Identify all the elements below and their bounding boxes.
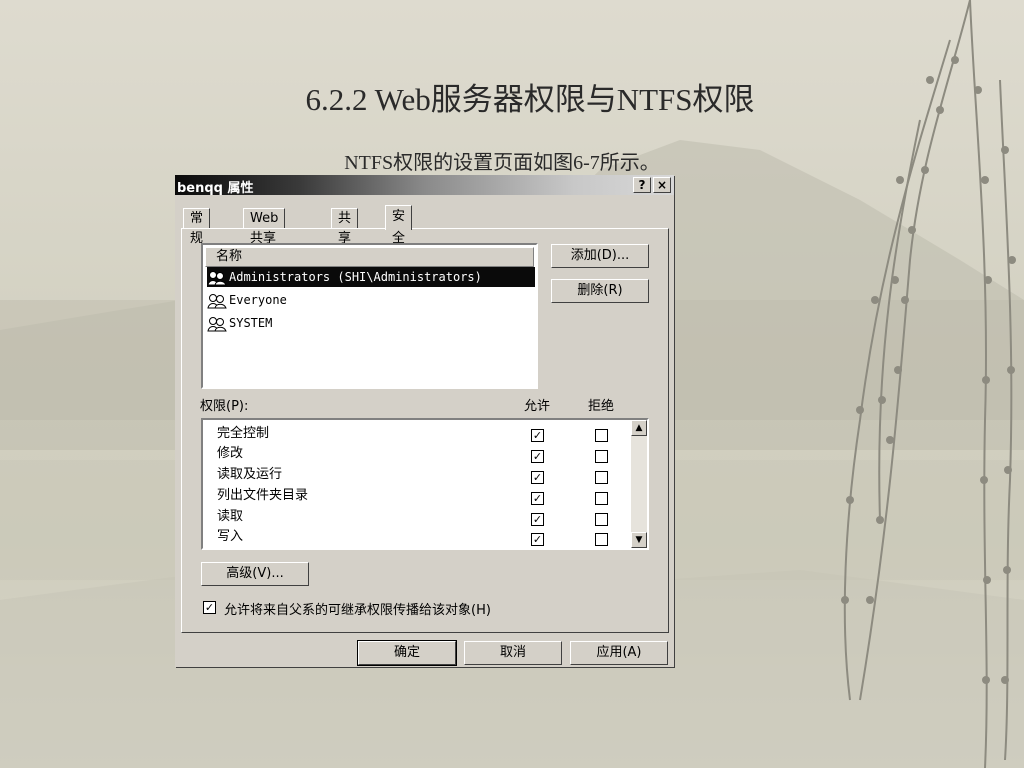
permission-name: 完全控制 [217,426,270,441]
security-tab-panel: 名称 Administrators (SHI\Administrators) E… [181,228,669,633]
group-icon [207,270,227,285]
permission-row: 读取及运行 [217,465,282,485]
remove-button[interactable]: 删除(R) [551,279,649,303]
permission-row: 修改 [217,444,243,464]
names-column-header[interactable]: 名称 [205,247,534,267]
deny-checkbox[interactable] [595,471,608,484]
principal-item[interactable]: Administrators (SHI\Administrators) [207,267,535,287]
permissions-scrollbar[interactable]: ▲ ▼ [631,420,647,548]
allow-checkbox[interactable]: ✓ [531,450,544,463]
dialog-title: benqq 属性 [177,181,254,196]
deny-column-header: 拒绝 [588,399,615,414]
permissions-label: 权限(P): [200,399,249,414]
advanced-button[interactable]: 高级(V)... [201,562,309,586]
tab-web-sharing[interactable]: Web 共享 [243,208,286,246]
permissions-list[interactable]: 完全控制 修改 读取及运行 列出文件夹目录 读取 写入 ✓ ✓ ✓ ✓ ✓ ✓ … [201,418,649,550]
permission-row: 列出文件夹目录 [217,486,308,506]
permission-name: 读取及运行 [217,467,283,482]
help-button[interactable]: ? [633,177,651,193]
allow-checkbox[interactable]: ✓ [531,429,544,442]
permission-name: 修改 [217,446,244,461]
scroll-up-button[interactable]: ▲ [631,420,647,436]
deny-checkbox[interactable] [595,533,608,546]
close-button[interactable]: × [653,177,671,193]
tab-security[interactable]: 安全 [385,205,413,246]
allow-checkbox[interactable]: ✓ [531,533,544,546]
tab-general[interactable]: 常规 [183,208,211,246]
principal-name: SYSTEM [229,316,273,330]
properties-dialog: benqq 属性 ? × 常规 Web 共享 共享 安全 名称 Administ… [175,175,674,667]
group-icon [207,316,227,331]
ok-button[interactable]: 确定 [357,640,457,666]
dialog-titlebar[interactable]: benqq 属性 ? × [175,175,674,196]
deny-checkbox[interactable] [595,450,608,463]
permission-name: 写入 [217,529,244,544]
add-button[interactable]: 添加(D)... [551,244,649,268]
permission-row: 读取 [217,507,243,527]
principal-name: Administrators (SHI\Administrators) [229,270,482,284]
inherit-checkbox[interactable]: ✓ [203,601,216,614]
permission-row: 完全控制 [217,424,269,444]
group-icon [207,293,227,308]
tab-sharing[interactable]: 共享 [331,208,359,246]
principal-list[interactable]: 名称 Administrators (SHI\Administrators) E… [201,243,538,389]
deny-checkbox[interactable] [595,513,608,526]
allow-column-header: 允许 [524,399,551,414]
apply-button[interactable]: 应用(A) [570,641,668,665]
permission-name: 列出文件夹目录 [217,488,309,503]
permission-name: 读取 [217,509,244,524]
slide-subtitle: NTFS权限的设置页面如图6-7所示。 [344,152,660,174]
cancel-button[interactable]: 取消 [464,641,562,665]
principal-item[interactable]: Everyone [207,290,287,310]
inherit-label[interactable]: 允许将来自父系的可继承权限传播给该对象(H) [224,599,491,618]
allow-checkbox[interactable]: ✓ [531,492,544,505]
allow-checkbox[interactable]: ✓ [531,471,544,484]
slide-title: 6.2.2 Web服务器权限与NTFS权限 [305,82,755,117]
deny-checkbox[interactable] [595,492,608,505]
permission-row: 写入 [217,527,243,547]
principal-name: Everyone [229,293,287,307]
allow-checkbox[interactable]: ✓ [531,513,544,526]
principal-item[interactable]: SYSTEM [207,313,272,333]
deny-checkbox[interactable] [595,429,608,442]
scroll-down-button[interactable]: ▼ [631,532,647,548]
